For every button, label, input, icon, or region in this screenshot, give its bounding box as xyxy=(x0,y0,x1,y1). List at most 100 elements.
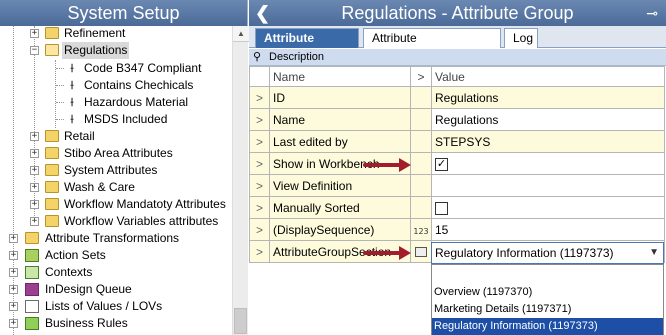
tree-item-workflow-mandatory[interactable]: + Workflow Mandatoty Attributes xyxy=(0,196,232,213)
tree-item-label: Business Rules xyxy=(45,316,128,330)
row-expander[interactable]: > xyxy=(249,108,270,131)
tree-item-regulations[interactable]: − Regulations xyxy=(0,42,232,59)
dropdown-option[interactable]: Marketing Details (1197371) xyxy=(432,301,663,318)
row-expander[interactable]: > xyxy=(249,240,270,263)
expand-icon[interactable]: + xyxy=(9,251,18,260)
property-value[interactable] xyxy=(431,196,665,219)
tab-attribute-transformation[interactable]: Attribute Transformation xyxy=(363,28,501,63)
tree-item-attribute[interactable]: ⟊ MSDS Included xyxy=(0,111,232,128)
property-value[interactable] xyxy=(431,174,665,197)
row-expander[interactable]: > xyxy=(249,196,270,219)
tree-item-retail[interactable]: + Retail xyxy=(0,128,232,145)
folder-icon xyxy=(45,27,59,39)
tree-item-wash-care[interactable]: + Wash & Care xyxy=(0,179,232,196)
expander-column-header[interactable]: > xyxy=(410,66,432,87)
value-column-header[interactable]: Value xyxy=(431,66,665,87)
arrow-shaft xyxy=(363,163,401,167)
expand-icon[interactable]: + xyxy=(30,132,39,141)
name-column-header[interactable]: Name xyxy=(269,66,411,87)
expand-icon[interactable]: + xyxy=(30,200,39,209)
tree-connector xyxy=(56,119,64,120)
action-sets-icon xyxy=(25,249,39,262)
chevron-down-icon[interactable]: ▼ xyxy=(649,243,659,263)
tree-item-label: Regulations xyxy=(62,42,130,59)
expand-icon[interactable]: + xyxy=(9,319,18,328)
scroll-up-icon[interactable]: ▲ xyxy=(233,26,249,42)
arrow-shaft xyxy=(363,251,401,255)
grid-row-view-definition[interactable]: > View Definition xyxy=(249,174,665,197)
expand-icon[interactable]: + xyxy=(30,29,39,38)
grid-row-display-sequence[interactable]: > (DisplaySequence) 123 15 xyxy=(249,218,665,241)
tree-item-business-rules[interactable]: + Business Rules xyxy=(0,315,232,332)
scroll-thumb[interactable] xyxy=(234,308,247,334)
tree-scrollbar[interactable]: ▲ xyxy=(232,26,249,335)
attribute-group-section-dropdown[interactable]: Regulatory Information (1197373) ▼ xyxy=(431,242,664,264)
row-tool-cell[interactable] xyxy=(410,240,432,263)
property-value[interactable]: 15 xyxy=(431,218,665,241)
tree-item-attribute[interactable]: ⟊ Contains Chechicals xyxy=(0,77,232,94)
tree-item-lists-of-values[interactable]: + Lists of Values / LOVs xyxy=(0,298,232,315)
row-expander[interactable]: > xyxy=(249,130,270,153)
expand-icon[interactable]: + xyxy=(9,234,18,243)
property-name: Manually Sorted xyxy=(269,196,411,219)
expand-icon[interactable]: + xyxy=(9,285,18,294)
description-bar[interactable]: ⚲ Description xyxy=(249,49,666,66)
tree-item-indesign-queue[interactable]: + InDesign Queue xyxy=(0,281,232,298)
list-picker-icon[interactable] xyxy=(415,247,427,258)
row-tool-cell xyxy=(410,152,432,175)
grid-row-name[interactable]: > Name Regulations xyxy=(249,108,665,131)
tree-item-attribute[interactable]: ⟊ Code B347 Compliant xyxy=(0,60,232,77)
dropdown-option-selected[interactable]: Regulatory Information (1197373) xyxy=(432,318,663,335)
grid-row-id[interactable]: > ID Regulations xyxy=(249,86,665,109)
pin-icon[interactable]: ⊸ xyxy=(646,4,658,22)
back-icon[interactable]: ❮ xyxy=(255,2,270,24)
annotation-arrow xyxy=(363,158,411,172)
annotation-arrow xyxy=(363,246,411,260)
manually-sorted-checkbox[interactable] xyxy=(435,201,448,215)
folder-icon xyxy=(45,181,59,193)
tree-item-label: Refinement xyxy=(64,26,126,40)
tree-item-label: Workflow Variables attributes xyxy=(64,214,219,228)
tree-item-refinement[interactable]: + Refinement xyxy=(0,26,232,42)
tree-item-attribute-transformations[interactable]: + Attribute Transformations xyxy=(0,230,232,247)
property-value[interactable]: Regulations xyxy=(431,108,665,131)
tree-item-attribute[interactable]: ⟊ Hazardous Material xyxy=(0,94,232,111)
folder-icon xyxy=(45,130,59,142)
row-tool-cell xyxy=(410,108,432,131)
tree-connector xyxy=(56,68,64,69)
tree-connector xyxy=(56,102,64,103)
tree-item-action-sets[interactable]: + Action Sets xyxy=(0,247,232,264)
tree-item-contexts[interactable]: + Contexts xyxy=(0,264,232,281)
tab-log[interactable]: Log xyxy=(504,28,538,48)
expand-icon[interactable]: + xyxy=(30,166,39,175)
contexts-icon xyxy=(25,266,39,279)
tree-item-label: Attribute Transformations xyxy=(45,231,180,245)
property-value[interactable]: ✓ xyxy=(431,152,665,175)
expand-icon[interactable]: + xyxy=(30,217,39,226)
tree-item-label: MSDS Included xyxy=(84,112,168,126)
tree-item-workflow-variables[interactable]: + Workflow Variables attributes xyxy=(0,213,232,230)
property-value: STEPSYS xyxy=(431,130,665,153)
show-in-workbench-checkbox[interactable]: ✓ xyxy=(435,157,448,171)
expand-icon[interactable]: + xyxy=(9,302,18,311)
tab-attribute-group[interactable]: Attribute Group xyxy=(255,28,359,63)
row-expander[interactable]: > xyxy=(249,86,270,109)
collapse-icon[interactable]: − xyxy=(30,46,39,55)
setup-tree: + Refinement − Regulations ⟊ Code B347 C… xyxy=(0,26,232,335)
grid-row-last-edited[interactable]: > Last edited by STEPSYS xyxy=(249,130,665,153)
row-expander[interactable]: > xyxy=(249,218,270,241)
expand-icon[interactable]: + xyxy=(9,268,18,277)
property-value[interactable]: Regulations xyxy=(431,86,665,109)
grid-row-manually-sorted[interactable]: > Manually Sorted xyxy=(249,196,665,219)
tree-item-system-attributes[interactable]: + System Attributes xyxy=(0,162,232,179)
tree-item-stibo-area-attributes[interactable]: + Stibo Area Attributes xyxy=(0,145,232,162)
row-expander[interactable]: > xyxy=(249,174,270,197)
tree-item-label: Stibo Area Attributes xyxy=(64,146,173,160)
expand-icon[interactable]: + xyxy=(30,149,39,158)
row-tool-cell: 123 xyxy=(410,218,432,241)
tree-item-label: Contains Chechicals xyxy=(84,78,194,92)
expand-icon[interactable]: + xyxy=(30,183,39,192)
grid-row-show-in-workbench[interactable]: > Show in Workbench ✓ xyxy=(249,152,665,175)
dropdown-option[interactable]: Overview (1197370) xyxy=(432,284,663,301)
row-expander[interactable]: > xyxy=(249,152,270,175)
